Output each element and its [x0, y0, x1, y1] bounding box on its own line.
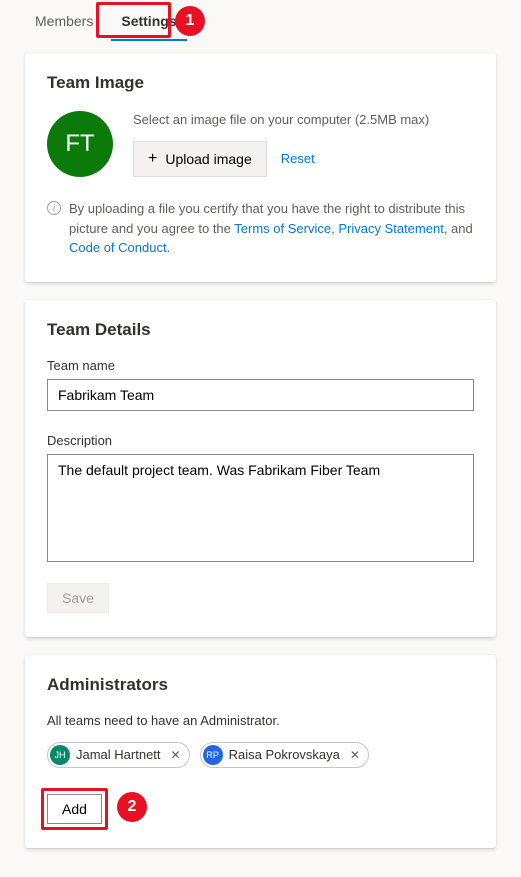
admin-name: Raisa Pokrovskaya: [229, 747, 340, 762]
team-details-heading: Team Details: [47, 320, 474, 340]
admin-chip[interactable]: RP Raisa Pokrovskaya ✕: [200, 742, 369, 768]
team-name-input[interactable]: [47, 379, 474, 411]
team-details-panel: Team Details Team name Description Save: [25, 300, 496, 637]
admin-chip-list: JH Jamal Hartnett ✕ RP Raisa Pokrovskaya ✕: [47, 742, 474, 768]
upload-prompt: Select an image file on your computer (2…: [133, 112, 474, 127]
admin-avatar: JH: [50, 745, 70, 765]
annotation-callout-2: 2: [117, 792, 147, 822]
team-name-label: Team name: [47, 358, 474, 373]
tab-bar: Members Settings: [0, 0, 521, 41]
code-of-conduct-link[interactable]: Code of Conduct: [69, 240, 167, 255]
team-avatar: FT: [47, 111, 113, 177]
add-admin-button[interactable]: Add: [47, 794, 102, 824]
description-textarea[interactable]: [47, 454, 474, 562]
info-icon: i: [47, 201, 61, 215]
remove-admin-icon[interactable]: ✕: [350, 748, 360, 762]
administrators-desc: All teams need to have an Administrator.: [47, 713, 474, 728]
upload-image-label: Upload image: [165, 151, 251, 167]
administrators-heading: Administrators: [47, 675, 474, 695]
upload-image-button[interactable]: + Upload image: [133, 141, 267, 177]
plus-icon: +: [148, 150, 157, 168]
admin-avatar: RP: [203, 745, 223, 765]
annotation-callout-1: 1: [175, 6, 205, 36]
team-image-heading: Team Image: [47, 73, 474, 93]
admin-chip[interactable]: JH Jamal Hartnett ✕: [47, 742, 190, 768]
admin-name: Jamal Hartnett: [76, 747, 161, 762]
administrators-panel: Administrators All teams need to have an…: [25, 655, 496, 848]
privacy-statement-link[interactable]: Privacy Statement: [338, 221, 444, 236]
remove-admin-icon[interactable]: ✕: [171, 748, 181, 762]
tab-members[interactable]: Members: [25, 5, 103, 41]
team-image-panel: Team Image FT Select an image file on yo…: [25, 53, 496, 282]
description-label: Description: [47, 433, 474, 448]
reset-link[interactable]: Reset: [281, 151, 315, 166]
upload-disclaimer: By uploading a file you certify that you…: [69, 199, 474, 258]
terms-of-service-link[interactable]: Terms of Service: [234, 221, 331, 236]
save-button[interactable]: Save: [47, 583, 109, 613]
